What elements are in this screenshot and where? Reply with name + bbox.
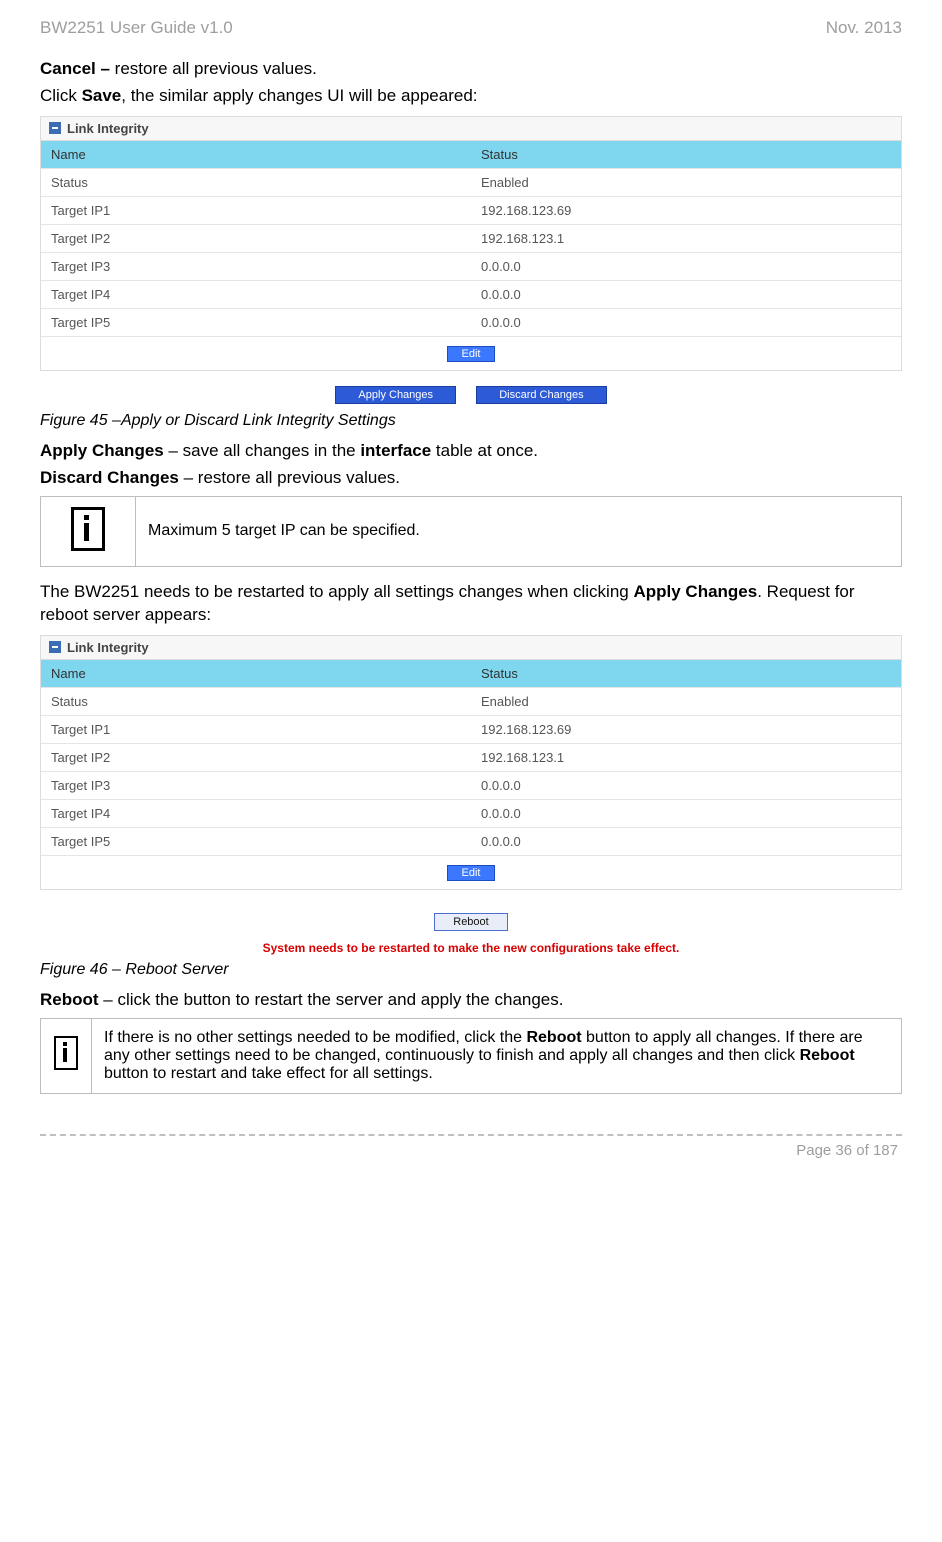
info-icon (54, 1036, 78, 1070)
footer-separator (40, 1134, 902, 1136)
apply-discard-bar: Apply Changes Discard Changes (40, 385, 902, 404)
cancel-desc: Cancel – restore all previous values. (40, 58, 902, 81)
figure-46-caption: Figure 46 – Reboot Server (40, 961, 902, 979)
figure-45-caption: Figure 45 –Apply or Discard Link Integri… (40, 412, 902, 430)
edit-button[interactable]: Edit (447, 865, 496, 881)
table-row: Target IP40.0.0.0 (41, 799, 901, 827)
col-name: Name (41, 660, 471, 687)
doc-title: BW2251 User Guide v1.0 (40, 18, 233, 38)
col-status: Status (471, 141, 901, 168)
table-row: StatusEnabled (41, 168, 901, 196)
apply-changes-desc: Apply Changes – save all changes in the … (40, 440, 902, 463)
reboot-button[interactable]: Reboot (434, 913, 507, 931)
panel-footer: Edit (41, 855, 901, 889)
table-row: Target IP30.0.0.0 (41, 771, 901, 799)
cancel-label: Cancel – (40, 59, 110, 78)
collapse-icon[interactable] (49, 641, 61, 653)
reboot-desc: Reboot – click the button to restart the… (40, 989, 902, 1012)
restart-warning: System needs to be restarted to make the… (40, 941, 902, 955)
col-status: Status (471, 660, 901, 687)
save-label: Save (82, 86, 122, 105)
info-icon-cell (41, 1018, 92, 1093)
click-save-desc: Click Save, the similar apply changes UI… (40, 85, 902, 108)
apply-changes-button[interactable]: Apply Changes (335, 386, 456, 404)
info-icon-cell (41, 496, 136, 566)
link-integrity-panel-2: Link Integrity Name Status StatusEnabled… (40, 635, 902, 890)
edit-button[interactable]: Edit (447, 346, 496, 362)
info-text: Maximum 5 target IP can be specified. (136, 496, 902, 566)
info-note-1: Maximum 5 target IP can be specified. (40, 496, 902, 567)
table-row: Target IP2192.168.123.1 (41, 743, 901, 771)
panel-header-row: Name Status (41, 141, 901, 168)
info-note-2: If there is no other settings needed to … (40, 1018, 902, 1094)
table-row: Target IP50.0.0.0 (41, 308, 901, 336)
panel-title: Link Integrity (41, 117, 901, 141)
panel-title: Link Integrity (41, 636, 901, 660)
discard-changes-desc: Discard Changes – restore all previous v… (40, 467, 902, 490)
table-row: Target IP2192.168.123.1 (41, 224, 901, 252)
panel-footer: Edit (41, 336, 901, 370)
table-row: Target IP1192.168.123.69 (41, 715, 901, 743)
discard-changes-button[interactable]: Discard Changes (476, 386, 606, 404)
col-name: Name (41, 141, 471, 168)
page-number: Page 36 of 187 (40, 1142, 902, 1159)
table-row: Target IP50.0.0.0 (41, 827, 901, 855)
doc-date: Nov. 2013 (826, 18, 902, 38)
panel-header-row: Name Status (41, 660, 901, 687)
reboot-bar: Reboot (40, 912, 902, 931)
collapse-icon[interactable] (49, 122, 61, 134)
table-row: StatusEnabled (41, 687, 901, 715)
table-row: Target IP40.0.0.0 (41, 280, 901, 308)
restart-paragraph: The BW2251 needs to be restarted to appl… (40, 581, 902, 627)
doc-header: BW2251 User Guide v1.0 Nov. 2013 (40, 18, 902, 38)
link-integrity-panel-1: Link Integrity Name Status StatusEnabled… (40, 116, 902, 371)
info-text: If there is no other settings needed to … (92, 1018, 902, 1093)
info-icon (71, 507, 105, 551)
table-row: Target IP1192.168.123.69 (41, 196, 901, 224)
table-row: Target IP30.0.0.0 (41, 252, 901, 280)
